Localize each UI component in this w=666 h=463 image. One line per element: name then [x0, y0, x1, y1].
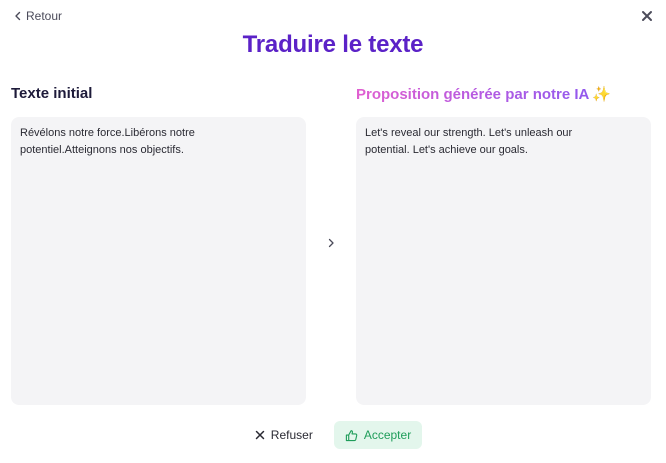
- accept-button[interactable]: Accepter: [333, 421, 423, 449]
- sparkle-icon: ✨: [592, 86, 612, 103]
- ai-proposal-text-box[interactable]: Let's reveal our strength. Let's unleash…: [356, 117, 651, 405]
- translate-modal: Retour Traduire le texte Texte initial P…: [0, 0, 666, 463]
- close-icon: [640, 9, 654, 23]
- x-icon: [255, 430, 265, 440]
- refuse-label: Refuser: [270, 428, 313, 442]
- ai-proposal-heading-label: Proposition générée par notre IA: [356, 86, 590, 103]
- original-text-box[interactable]: Révélons notre force.Libérons notre pote…: [11, 117, 306, 405]
- thumbs-up-icon: [345, 429, 358, 442]
- back-label: Retour: [26, 9, 63, 23]
- accept-label: Accepter: [363, 428, 412, 442]
- action-bar: Refuser Accepter: [0, 421, 666, 449]
- chevron-right-icon: [326, 237, 336, 249]
- close-button[interactable]: [640, 9, 654, 23]
- page-title: Traduire le texte: [242, 31, 424, 58]
- ai-proposal-heading: Proposition générée par notre IA ✨: [356, 85, 611, 103]
- chevron-left-icon: [14, 11, 22, 21]
- original-text-heading: Texte initial: [11, 85, 93, 102]
- refuse-button[interactable]: Refuser: [244, 421, 324, 449]
- back-button[interactable]: Retour: [14, 9, 62, 23]
